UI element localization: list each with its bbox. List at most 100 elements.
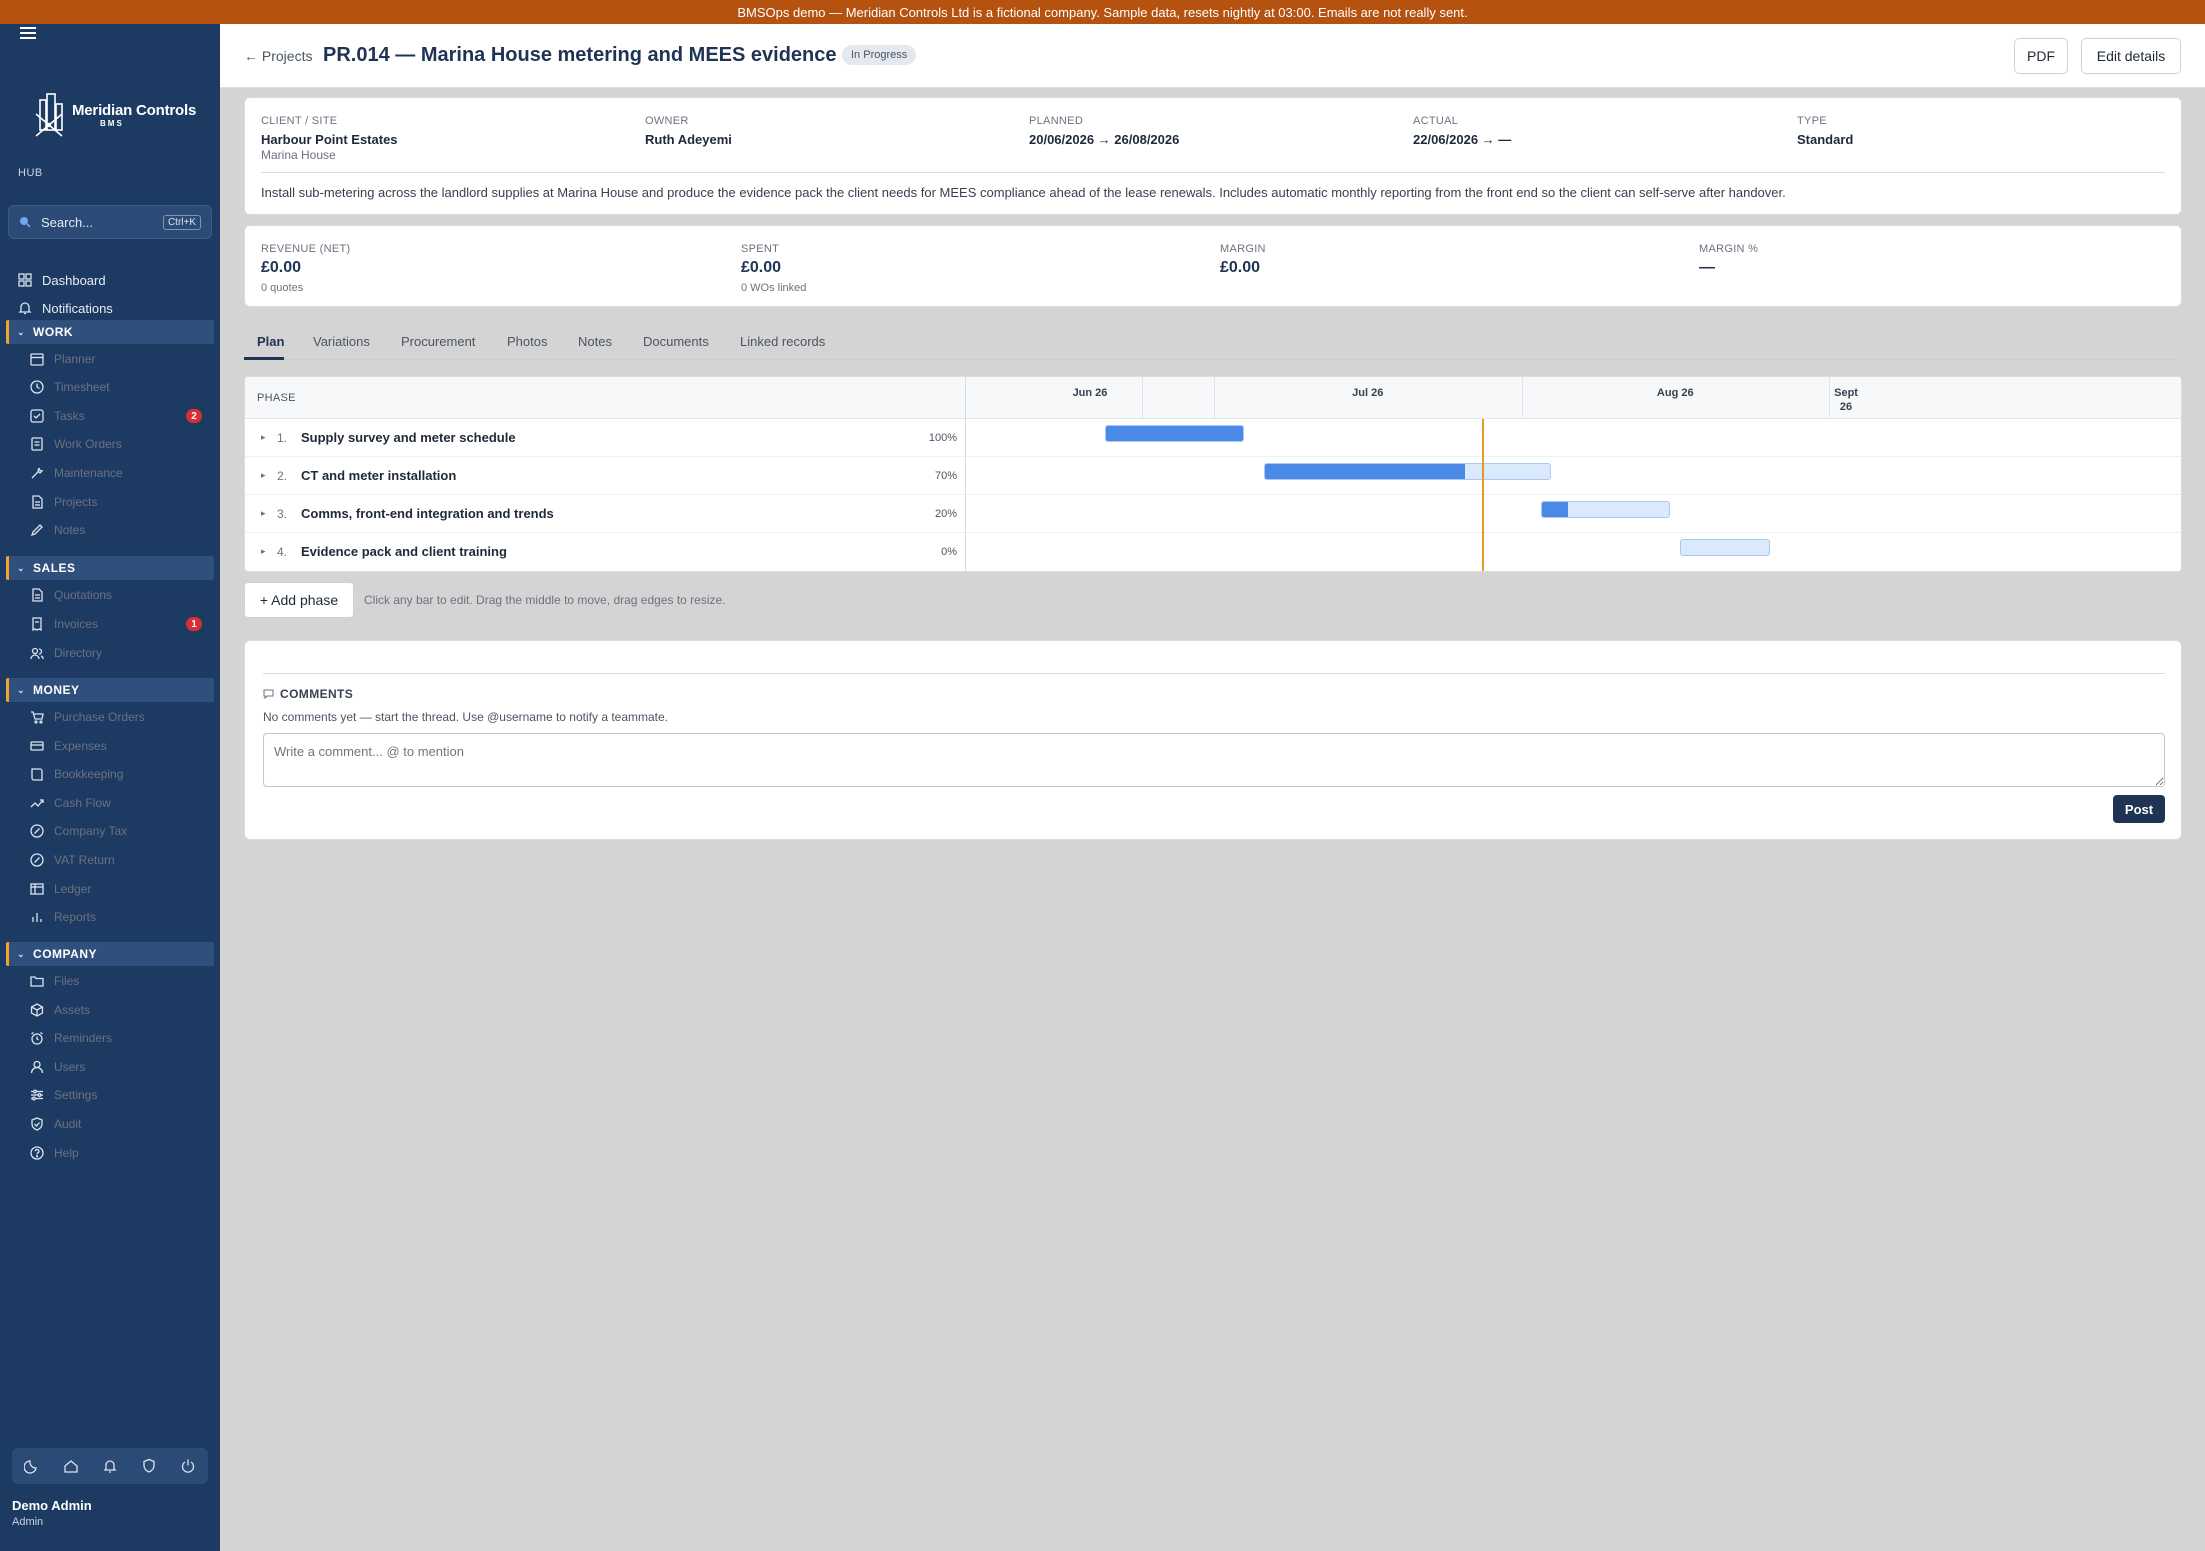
phase-progress-label: 70% (934, 470, 957, 482)
folder-icon (30, 976, 44, 987)
sidebar-item-files[interactable]: Files (0, 968, 220, 994)
section-company[interactable]: ⌄ COMPANY (6, 942, 214, 966)
edit-details-button[interactable]: Edit details (2081, 38, 2181, 74)
phase-name[interactable]: Supply survey and meter schedule (301, 430, 516, 445)
revenue-sub: 0 quotes (261, 282, 304, 294)
phase-name[interactable]: CT and meter installation (301, 468, 456, 483)
add-phase-button[interactable]: + Add phase (244, 582, 354, 618)
sidebar-item-label: Quotations (54, 588, 113, 602)
invoices-count-badge: 1 (186, 617, 202, 631)
tab-photos[interactable]: Photos (507, 334, 547, 349)
section-sales[interactable]: ⌄ SALES (6, 556, 214, 580)
brand-logo[interactable]: Meridian Controls BMS (32, 92, 196, 138)
expand-icon[interactable]: ▸ (261, 546, 266, 557)
sidebar-item-label: Dashboard (42, 272, 106, 288)
shield-icon[interactable] (141, 1458, 157, 1474)
clock-icon (30, 380, 44, 394)
search-input[interactable]: Search... Ctrl+K (8, 205, 212, 239)
actual-label: ACTUAL (1413, 115, 1459, 127)
sidebar-item-label: Notes (54, 523, 86, 537)
type-label: TYPE (1797, 115, 1827, 127)
tab-documents[interactable]: Documents (643, 334, 709, 349)
sidebar-item-users[interactable]: Users (0, 1054, 220, 1080)
sidebar-item-settings[interactable]: Settings (0, 1082, 220, 1108)
home-icon[interactable] (63, 1458, 79, 1474)
sidebar-item-assets[interactable]: Assets (0, 997, 220, 1023)
sidebar-item-directory[interactable]: Directory (0, 640, 220, 666)
gantt-month-divider (1142, 377, 1143, 419)
section-money[interactable]: ⌄ MONEY (6, 678, 214, 702)
sidebar-item-notifications[interactable]: Notifications (0, 295, 220, 321)
expand-icon[interactable]: ▸ (261, 470, 266, 481)
sidebar-item-ledger[interactable]: Ledger (0, 876, 220, 902)
sidebar-item-notes[interactable]: Notes (0, 517, 220, 543)
sidebar-item-cash-flow[interactable]: Cash Flow (0, 790, 220, 816)
phase-bar[interactable] (1263, 463, 1552, 480)
expand-icon[interactable]: ▸ (261, 508, 266, 519)
tab-procurement[interactable]: Procurement (401, 334, 475, 349)
alarm-icon (31, 1031, 43, 1045)
sidebar-item-timesheet[interactable]: Timesheet (0, 374, 220, 400)
comment-input[interactable] (263, 733, 2165, 787)
bell-icon[interactable] (102, 1458, 118, 1474)
sidebar-item-invoices[interactable]: Invoices 1 (0, 611, 220, 637)
hub-label: HUB (18, 167, 43, 179)
user-name[interactable]: Demo Admin (12, 1498, 92, 1513)
sidebar-item-quotations[interactable]: Quotations (0, 582, 220, 608)
post-comment-button[interactable]: Post (2113, 795, 2165, 823)
tab-linked-records[interactable]: Linked records (740, 334, 825, 349)
sidebar-item-dashboard[interactable]: Dashboard (0, 267, 220, 293)
tasks-count-badge: 2 (186, 409, 202, 423)
moon-icon[interactable] (23, 1458, 40, 1474)
sidebar-item-label: Purchase Orders (54, 710, 145, 724)
user-role: Admin (12, 1516, 44, 1528)
gantt-phase-row[interactable]: ▸ 1. Supply survey and meter schedule 100% (245, 419, 2181, 457)
phase-bar[interactable] (1680, 539, 1770, 556)
sidebar-item-projects[interactable]: Projects (0, 489, 220, 515)
page-title: PR.014 — Marina House metering and MEES … (323, 44, 837, 66)
comments-title: COMMENTS (280, 687, 354, 701)
sidebar-item-planner[interactable]: Planner (0, 346, 220, 372)
expand-icon[interactable]: ▸ (261, 432, 266, 443)
sidebar-item-maintenance[interactable]: Maintenance (0, 460, 220, 486)
phase-progress-label: 20% (934, 508, 957, 520)
phase-number: 3. (277, 507, 288, 521)
sidebar-item-audit[interactable]: Audit (0, 1111, 220, 1137)
sidebar-item-company-tax[interactable]: Company Tax (0, 818, 220, 844)
pdf-button[interactable]: PDF (2014, 38, 2068, 74)
people-icon (30, 647, 44, 660)
spent-value: £0.00 (741, 259, 782, 276)
section-work[interactable]: ⌄ WORK (6, 320, 214, 344)
phase-name[interactable]: Evidence pack and client training (301, 544, 507, 559)
sidebar-item-bookkeeping[interactable]: Bookkeeping (0, 761, 220, 787)
tab-notes[interactable]: Notes (578, 334, 612, 349)
gantt-phase-row[interactable]: ▸ 2. CT and meter installation 70% (245, 457, 2181, 495)
document-icon (32, 588, 43, 602)
gantt-month-label: Sept 26 (1834, 387, 1858, 413)
speech-bubble-icon (263, 689, 274, 699)
sidebar-item-reminders[interactable]: Reminders (0, 1025, 220, 1051)
power-icon[interactable] (180, 1458, 196, 1474)
gantt-phase-row[interactable]: ▸ 4. Evidence pack and client training 0% (245, 533, 2181, 571)
sidebar-item-help[interactable]: Help (0, 1140, 220, 1166)
sidebar-item-vat-return[interactable]: VAT Return (0, 847, 220, 873)
grid-icon (18, 273, 32, 287)
sidebar-item-label: Settings (54, 1088, 98, 1102)
tab-plan[interactable]: Plan (257, 334, 284, 349)
back-to-projects-link[interactable]: ← Projects (244, 48, 312, 64)
sidebar-item-purchase-orders[interactable]: Purchase Orders (0, 704, 220, 730)
chevron-down-icon: ⌄ (17, 684, 26, 695)
gantt-phase-row[interactable]: ▸ 3. Comms, front-end integration and tren… (245, 495, 2181, 533)
sidebar-item-work-orders[interactable]: Work Orders (0, 431, 220, 457)
menu-icon[interactable] (16, 24, 40, 42)
sidebar-item-reports[interactable]: Reports (0, 904, 220, 930)
sidebar-item-expenses[interactable]: Expenses (0, 733, 220, 759)
sidebar-item-label: Assets (54, 1003, 91, 1017)
tab-variations[interactable]: Variations (313, 334, 370, 349)
sidebar-item-tasks[interactable]: Tasks 2 (0, 403, 220, 429)
phase-name[interactable]: Comms, front-end integration and trends (301, 506, 554, 521)
phase-bar[interactable] (1541, 501, 1671, 518)
site-value: Marina House (261, 148, 336, 162)
phase-bar[interactable] (1104, 425, 1244, 442)
margin-value: £0.00 (1220, 259, 1261, 276)
